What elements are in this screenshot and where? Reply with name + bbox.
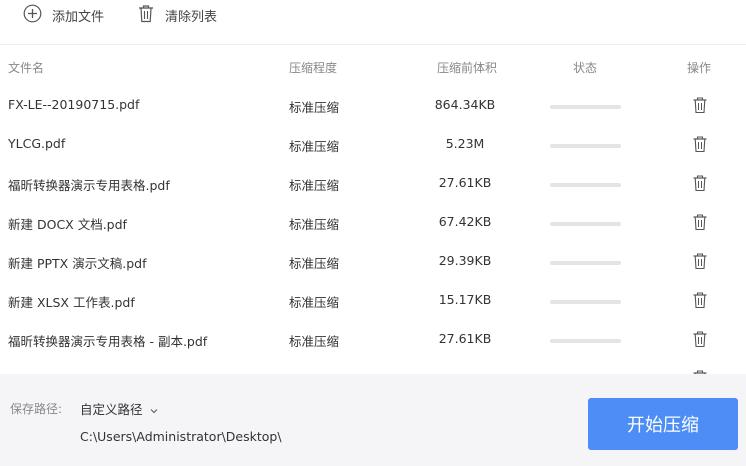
progress-bar: [550, 339, 621, 343]
original-size: 27.61KB: [438, 175, 492, 190]
table-row: YLCG.pdf 标准压缩 5.23M: [0, 126, 746, 165]
add-file-label: 添加文件: [52, 9, 105, 25]
start-compress-button[interactable]: 开始压缩: [588, 398, 738, 450]
original-size: 15.17KB: [438, 292, 492, 307]
compress-level: 标准压缩: [289, 295, 340, 310]
table-row: 新建 DOCX 文档.pdf 标准压缩 67.42KB: [0, 204, 746, 243]
save-path-value: C:\Users\Administrator\Desktop\: [80, 429, 282, 444]
trash-icon: [137, 4, 155, 27]
table-row: 福昕转换器演示专用表格 - 副本.pdf 标准压缩 27.61KB: [0, 321, 746, 360]
file-name: FX-LE--20190715.pdf: [8, 97, 140, 112]
clear-list-button[interactable]: 清除列表: [137, 4, 217, 26]
delete-row-icon[interactable]: [691, 174, 709, 192]
file-name: 新建 XLSX 工作表.pdf: [8, 295, 135, 310]
clear-list-label: 清除列表: [165, 9, 218, 25]
original-size: 67.42KB: [438, 214, 492, 229]
header-size: 压缩前体积: [437, 61, 498, 75]
delete-row-icon[interactable]: [691, 135, 709, 153]
table-row: 福昕转换器演示专用表格.pdf 标准压缩 27.61KB: [0, 165, 746, 204]
save-path-label: 保存路径:: [10, 402, 63, 416]
compress-level: 标准压缩: [289, 139, 340, 154]
table-row: [0, 360, 746, 374]
compress-level: 标准压缩: [289, 100, 340, 115]
progress-bar: [550, 144, 621, 148]
progress-bar: [550, 261, 621, 265]
plus-circle-icon: [23, 4, 42, 27]
file-name: 福昕转换器演示专用表格 - 副本.pdf: [8, 334, 208, 349]
file-name: 新建 DOCX 文档.pdf: [8, 217, 127, 232]
header-name: 文件名: [8, 61, 45, 75]
header-op: 操作: [687, 61, 712, 75]
compress-level: 标准压缩: [289, 217, 340, 232]
header-level: 压缩程度: [289, 61, 338, 75]
file-name: 福昕转换器演示专用表格.pdf: [8, 178, 170, 193]
original-size: 864.34KB: [434, 97, 496, 112]
toolbar: 添加文件 清除列表: [0, 0, 746, 44]
save-path-option: 自定义路径: [80, 402, 143, 417]
delete-row-icon[interactable]: [691, 213, 709, 231]
file-name: YLCG.pdf: [8, 136, 66, 151]
file-table: 文件名 压缩程度 压缩前体积 状态 操作 FX-LE--20190715.pdf…: [0, 44, 746, 374]
progress-bar: [550, 222, 621, 226]
compress-level: 标准压缩: [289, 178, 340, 193]
original-size: 29.39KB: [438, 253, 492, 268]
table-row: FX-LE--20190715.pdf 标准压缩 864.34KB: [0, 87, 746, 126]
compress-level: 标准压缩: [289, 334, 340, 349]
table-row: 新建 XLSX 工作表.pdf 标准压缩 15.17KB: [0, 282, 746, 321]
original-size: 27.61KB: [438, 331, 492, 346]
table-header: 文件名 压缩程度 压缩前体积 状态 操作: [0, 45, 746, 87]
add-file-button[interactable]: 添加文件: [23, 4, 104, 26]
progress-bar: [550, 183, 621, 187]
save-path-select[interactable]: 自定义路径: [80, 399, 159, 418]
compress-level: 标准压缩: [289, 256, 340, 271]
original-size: 5.23M: [445, 136, 485, 151]
delete-row-icon[interactable]: [691, 96, 709, 114]
file-name: 新建 PPTX 演示文稿.pdf: [8, 256, 147, 271]
delete-row-icon[interactable]: [691, 252, 709, 270]
delete-row-icon[interactable]: [691, 330, 709, 348]
progress-bar: [550, 300, 621, 304]
delete-row-icon[interactable]: [691, 291, 709, 309]
table-row: 新建 PPTX 演示文稿.pdf 标准压缩 29.39KB: [0, 243, 746, 282]
header-status: 状态: [573, 61, 598, 75]
progress-bar: [550, 105, 621, 109]
chevron-down-icon: [149, 404, 159, 414]
footer: 保存路径: 自定义路径 C:\Users\Administrator\Deskt…: [0, 374, 746, 466]
